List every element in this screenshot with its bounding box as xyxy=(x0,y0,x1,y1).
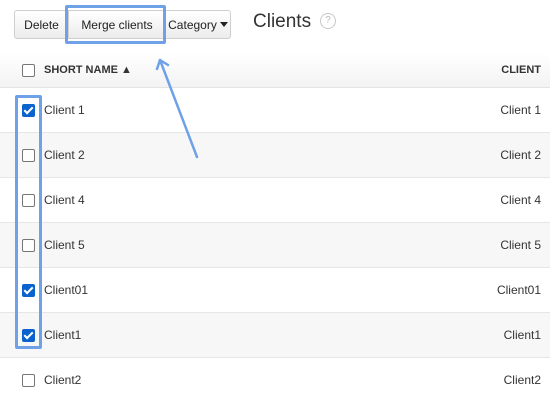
column-header-short-name[interactable]: SHORT NAME ▲ xyxy=(44,64,410,76)
short-name-cell[interactable]: Client 1 xyxy=(44,103,410,117)
row-checkbox[interactable] xyxy=(22,283,35,297)
clients-table: SHORT NAME ▲ CLIENT Client 1 Client 1 Clie… xyxy=(0,53,550,401)
category-dropdown[interactable]: Category xyxy=(166,10,231,39)
help-icon[interactable]: ? xyxy=(320,13,336,29)
client-cell: Client 1 xyxy=(500,103,541,117)
page-title: Clients xyxy=(253,11,312,32)
table-row[interactable]: Client1 Client1 xyxy=(0,313,550,358)
toolbar: Delete Merge clients Category xyxy=(14,10,231,39)
table-row[interactable]: Client 2 Client 2 xyxy=(0,133,550,178)
row-checkbox[interactable] xyxy=(22,193,35,207)
short-name-cell[interactable]: Client 5 xyxy=(44,238,410,252)
client-cell: Client01 xyxy=(496,283,541,297)
short-name-cell[interactable]: Client 4 xyxy=(44,193,410,207)
caret-down-icon xyxy=(219,22,228,27)
row-checkbox[interactable] xyxy=(22,148,35,162)
row-checkbox[interactable] xyxy=(22,328,35,342)
short-name-cell[interactable]: Client 2 xyxy=(44,148,410,162)
delete-button[interactable]: Delete xyxy=(14,10,69,39)
table-row[interactable]: Client01 Client01 xyxy=(0,268,550,313)
table-row[interactable]: Client 1 Client 1 xyxy=(0,88,550,133)
short-name-cell[interactable]: Client01 xyxy=(44,283,410,297)
client-cell: Client 4 xyxy=(500,193,541,207)
short-name-cell[interactable]: Client2 xyxy=(44,373,410,387)
merge-clients-button[interactable]: Merge clients xyxy=(69,10,166,39)
table-row[interactable]: Client 5 Client 5 xyxy=(0,223,550,268)
client-cell: Client 5 xyxy=(500,238,541,252)
client-cell: Client 2 xyxy=(500,148,541,162)
category-label: Category xyxy=(168,17,217,32)
column-header-client[interactable]: CLIENT xyxy=(410,64,550,76)
row-checkbox[interactable] xyxy=(22,238,35,252)
client-cell: Client1 xyxy=(503,328,541,342)
row-checkbox[interactable] xyxy=(22,103,35,117)
row-checkbox[interactable] xyxy=(22,373,35,387)
table-body: Client 1 Client 1 Client 2 Client 2 Client 4… xyxy=(0,88,550,401)
table-row[interactable]: Client 4 Client 4 xyxy=(0,178,550,223)
client-cell: Client2 xyxy=(503,373,541,387)
short-name-cell[interactable]: Client1 xyxy=(44,328,410,342)
table-header: SHORT NAME ▲ CLIENT xyxy=(0,53,550,88)
select-all-checkbox[interactable] xyxy=(22,63,35,77)
table-row[interactable]: Client2 Client2 xyxy=(0,358,550,401)
